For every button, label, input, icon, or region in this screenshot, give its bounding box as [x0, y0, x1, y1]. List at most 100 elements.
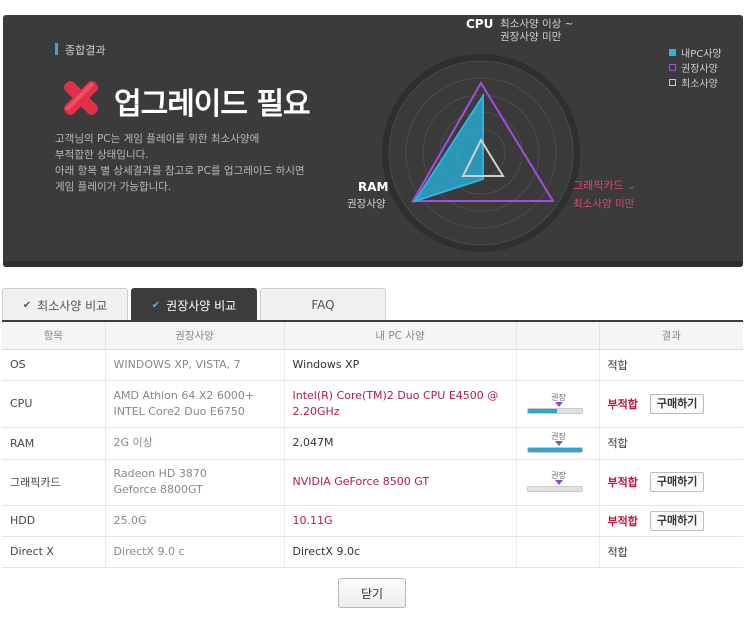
row-my-pc: Windows XP [284, 349, 517, 381]
check-icon: ✔ [151, 299, 161, 311]
chevron-down-icon: ✔ [22, 299, 32, 311]
row-item: Direct X [2, 536, 106, 568]
row-result: 적합 [599, 427, 743, 460]
radar-chart [382, 54, 580, 252]
row-item: CPU [2, 380, 106, 428]
result-title: 업그레이드 필요 [114, 87, 311, 122]
row-meter: 권장 [516, 380, 600, 428]
col-header-recommended: 권장사양 [105, 322, 285, 350]
row-recommended: 25.0G [105, 505, 285, 537]
col-header-my-pc: 내 PC 사양 [284, 322, 517, 350]
table-row: 그래픽카드 Radeon HD 3870 Geforce 8800GT NVID… [2, 459, 743, 506]
row-my-pc: 2,047M [284, 427, 517, 460]
row-recommended: Radeon HD 3870 Geforce 8800GT [105, 459, 285, 506]
meter-fill [527, 448, 582, 452]
tab-faq[interactable]: FAQ [260, 288, 386, 321]
row-item: HDD [2, 505, 106, 537]
meter-marker-icon [554, 441, 563, 446]
legend-item: 권장사양 [669, 60, 722, 75]
cpu-note-line: 최소사양 이상 ~ [500, 18, 574, 30]
meter-marker-icon [554, 480, 563, 485]
req-line: Radeon HD 3870 [113, 467, 207, 480]
table-row: OS WINDOWS XP, VISTA, 7 Windows XP 적합 [2, 349, 743, 381]
row-recommended: WINDOWS XP, VISTA, 7 [105, 349, 285, 381]
meter-marker-icon [554, 401, 563, 407]
desc-line: 게임 플레이가 가능합니다. [55, 181, 172, 193]
row-result: 부적합 구매하기 [599, 505, 743, 537]
row-meter: 권장 [516, 459, 600, 506]
result-text: 부적합 [607, 476, 638, 489]
chevron-down-icon: ⌄ [627, 179, 637, 192]
tab-bar: ✔ 최소사양 비교 ✔ 권장사양 비교 FAQ [2, 288, 747, 321]
gpu-label-text: 그래픽카드 [573, 179, 624, 192]
table-row: CPU AMD Athlon 64 X2 6000+ INTEL Core2 D… [2, 380, 743, 428]
meter-track [526, 407, 583, 414]
row-item: 그래픽카드 [2, 459, 106, 506]
legend-item: 최소사양 [669, 75, 722, 90]
table-row: RAM 2G 이상 2,047M 권장 적합 [2, 427, 743, 460]
section-label-text: 종합결과 [65, 44, 106, 57]
req-line: Geforce 8800GT [113, 483, 203, 496]
req-line: AMD Athlon 64 X2 6000+ [113, 388, 255, 402]
col-header-meter [516, 322, 600, 350]
legend-item: 내PC사양 [669, 45, 722, 60]
tab-recommended-spec[interactable]: ✔ 권장사양 비교 [131, 288, 257, 321]
tab-label: 권장사양 비교 [166, 298, 237, 313]
tab-minimum-spec[interactable]: ✔ 최소사양 비교 [2, 288, 128, 321]
row-meter-empty [516, 505, 600, 537]
summary-panel: 종합결과 업그레이드 필요 고객님의 PC는 게임 플레이를 위한 최소사양에 … [3, 15, 743, 267]
req-line: INTEL Core2 Duo E6750 [113, 404, 245, 418]
legend-label: 권장사양 [681, 64, 718, 75]
row-result: 적합 [599, 536, 743, 568]
desc-line: 고객님의 PC는 게임 플레이를 위한 최소사양에 [55, 133, 260, 145]
desc-line: 부적합한 상태입니다. [55, 149, 149, 161]
meter-track [526, 447, 583, 453]
legend-label: 내PC사양 [681, 49, 722, 60]
desc-line: 아래 항목 별 상세결과를 참고로 PC를 업그레이드 하시면 [55, 165, 305, 177]
cpu-note-line: 권장사양 미만 [500, 31, 562, 43]
section-label: 종합결과 [55, 42, 105, 58]
radar-legend: 내PC사양 권장사양 최소사양 [669, 45, 722, 90]
row-meter-empty [516, 536, 600, 568]
spec-meter: 권장 [526, 431, 583, 455]
radar-gpu-note: 최소사양 미만 [573, 198, 635, 210]
result-text: 부적합 [607, 514, 638, 528]
tab-label: FAQ [311, 298, 335, 312]
legend-label: 최소사양 [681, 79, 718, 90]
row-item: OS [2, 349, 106, 381]
result-description: 고객님의 PC는 게임 플레이를 위한 최소사양에 부적합한 상태입니다. 아래… [55, 131, 355, 195]
col-header-result: 결과 [599, 322, 743, 350]
mine-line: 2.20GHz [292, 404, 340, 418]
row-result: 적합 [599, 349, 743, 381]
meter-track [526, 486, 583, 492]
table-row: HDD 25.0G 10.11G 부적합 구매하기 [2, 505, 743, 537]
row-recommended: 2G 이상 [105, 427, 285, 460]
buy-button[interactable]: 구매하기 [649, 393, 705, 414]
legend-swatch [669, 79, 676, 86]
buy-button[interactable]: 구매하기 [649, 472, 705, 492]
row-my-pc: NVIDIA GeForce 8500 GT [284, 459, 517, 506]
spec-table: 항목 권장사양 내 PC 사양 결과 OS WINDOWS XP, VISTA,… [2, 322, 743, 568]
table-header-row: 항목 권장사양 내 PC 사양 결과 [2, 322, 743, 350]
radar-cpu-note: 최소사양 이상 ~ 권장사양 미만 [500, 18, 573, 44]
radar-gpu-label: 그래픽카드 ⌄ [573, 177, 636, 193]
mine-line: Intel(R) Core(TM)2 Duo CPU E4500 @ [292, 388, 499, 402]
meter-fill [527, 408, 558, 413]
radar-ram-note: 권장사양 [347, 198, 386, 210]
row-my-pc: 10.11G [284, 505, 517, 537]
buy-button[interactable]: 구매하기 [649, 510, 705, 531]
table-row: Direct X DirectX 9.0 c DirectX 9.0c 적합 [2, 536, 743, 568]
row-meter-empty [516, 349, 600, 381]
section-bar [55, 43, 58, 55]
row-recommended: AMD Athlon 64 X2 6000+ INTEL Core2 Duo E… [105, 380, 285, 428]
tab-label: 최소사양 비교 [37, 298, 108, 313]
row-meter: 권장 [516, 427, 600, 460]
radar-cpu-label: CPU [466, 17, 494, 31]
close-button[interactable]: 닫기 [338, 578, 406, 608]
row-result: 부적합 구매하기 [599, 459, 743, 506]
row-item: RAM [2, 427, 106, 460]
row-my-pc: DirectX 9.0c [284, 536, 517, 568]
spec-meter: 권장 [526, 392, 583, 416]
row-result: 부적합 구매하기 [599, 380, 743, 428]
fail-x-icon [63, 80, 99, 116]
